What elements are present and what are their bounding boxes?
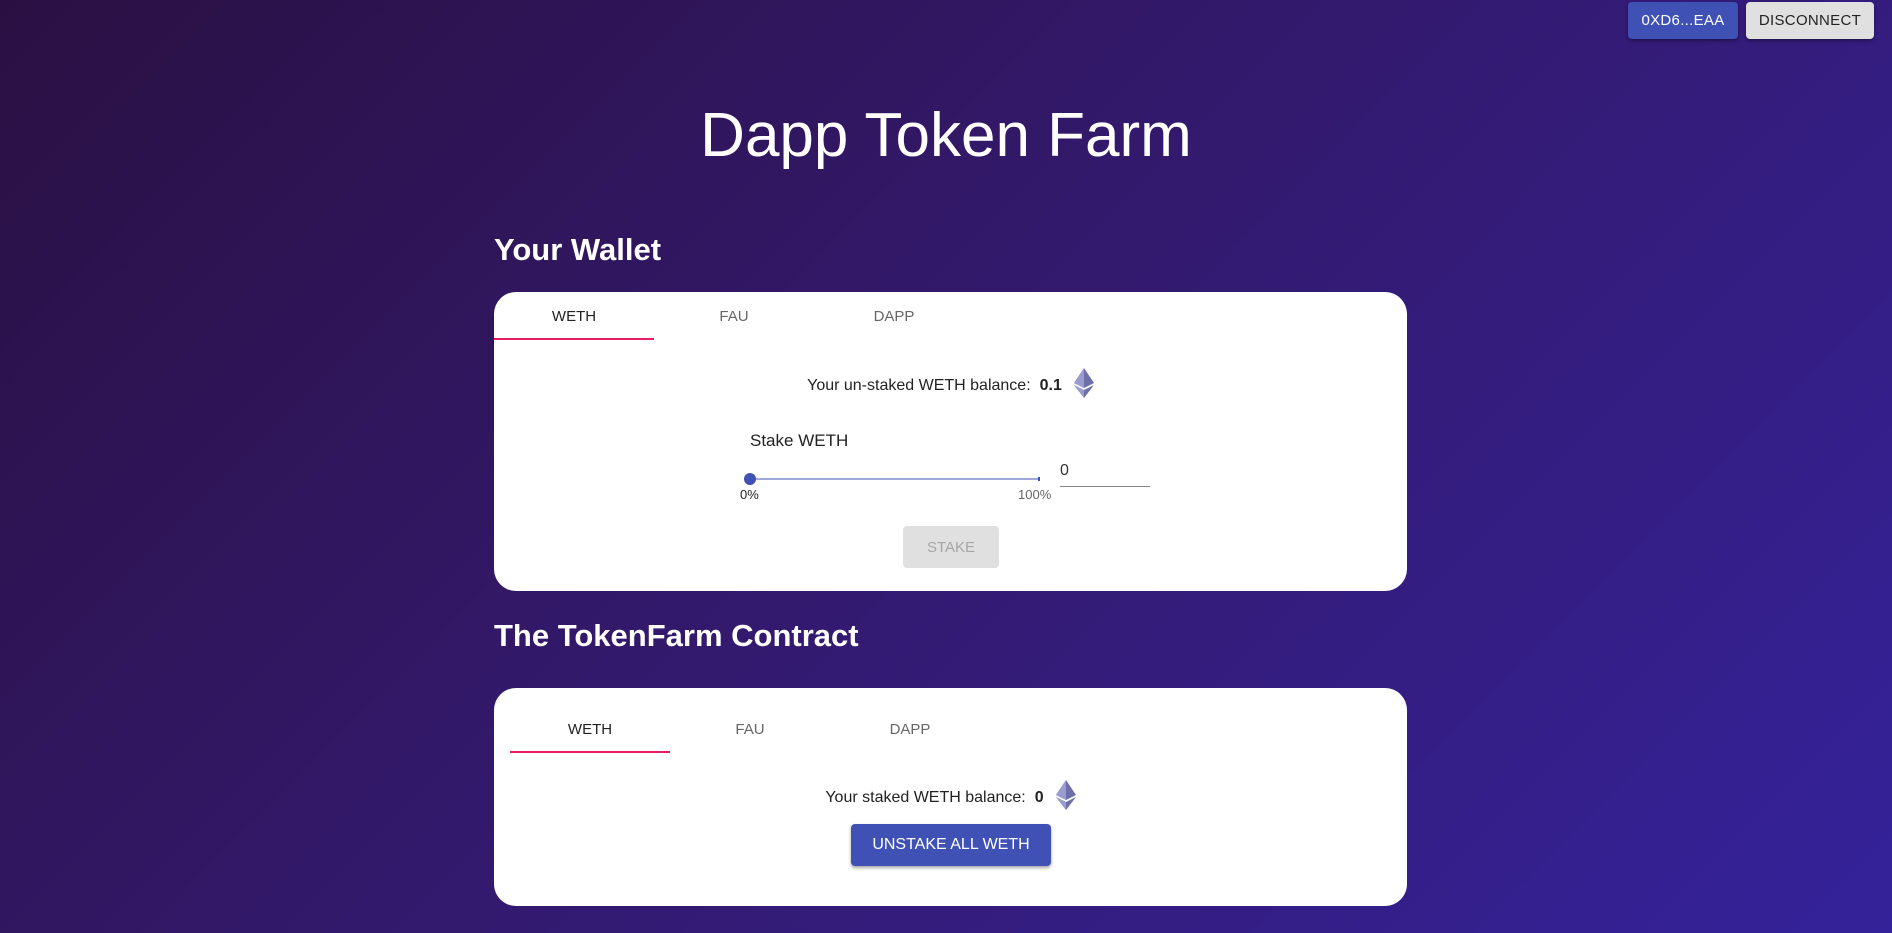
wallet-address-button[interactable]: 0XD6...EAA: [1628, 2, 1738, 39]
stake-slider[interactable]: [744, 469, 1040, 489]
staked-balance-value: 0: [1034, 788, 1044, 806]
contract-heading: The TokenFarm Contract: [494, 618, 859, 653]
unstaked-balance-value: 0.1: [1039, 376, 1062, 394]
wallet-heading: Your Wallet: [494, 232, 662, 267]
unstake-all-button[interactable]: UNSTAKE ALL WETH: [851, 824, 1051, 866]
disconnect-button[interactable]: DISCONNECT: [1746, 2, 1874, 39]
slider-max-label: 100%: [1018, 487, 1052, 502]
wallet-tabs: WETH FAU DAPP: [494, 292, 974, 340]
slider-min-label: 0%: [740, 487, 759, 502]
unstaked-balance-label: Your un-staked WETH balance:: [807, 376, 1031, 394]
stake-label: Stake WETH: [750, 431, 849, 450]
top-bar: 0XD6...EAA DISCONNECT: [1628, 2, 1874, 39]
stake-button[interactable]: STAKE: [903, 526, 999, 568]
tab-dapp[interactable]: DAPP: [830, 705, 990, 753]
tab-fau[interactable]: FAU: [654, 292, 814, 340]
slider-end-tick: [1038, 477, 1040, 481]
wallet-card: WETH FAU DAPP Your un-staked WETH balanc…: [494, 292, 1407, 591]
tab-weth[interactable]: WETH: [510, 705, 670, 753]
ethereum-icon: [1055, 780, 1076, 815]
ethereum-icon: [1073, 368, 1094, 403]
staked-balance-line: Your staked WETH balance: 0: [494, 780, 1407, 815]
contract-tabs: WETH FAU DAPP: [510, 705, 990, 753]
contract-card: WETH FAU DAPP Your staked WETH balance: …: [494, 688, 1407, 906]
staked-balance-label: Your staked WETH balance:: [825, 788, 1026, 806]
tab-weth[interactable]: WETH: [494, 292, 654, 340]
tab-dapp[interactable]: DAPP: [814, 292, 974, 340]
unstaked-balance-line: Your un-staked WETH balance: 0.1: [494, 368, 1407, 403]
slider-rail: [750, 478, 1040, 480]
slider-thumb[interactable]: [744, 473, 756, 485]
page-title: Dapp Token Farm: [700, 101, 1192, 170]
tab-fau[interactable]: FAU: [670, 705, 830, 753]
stake-amount-input[interactable]: [1060, 456, 1150, 487]
